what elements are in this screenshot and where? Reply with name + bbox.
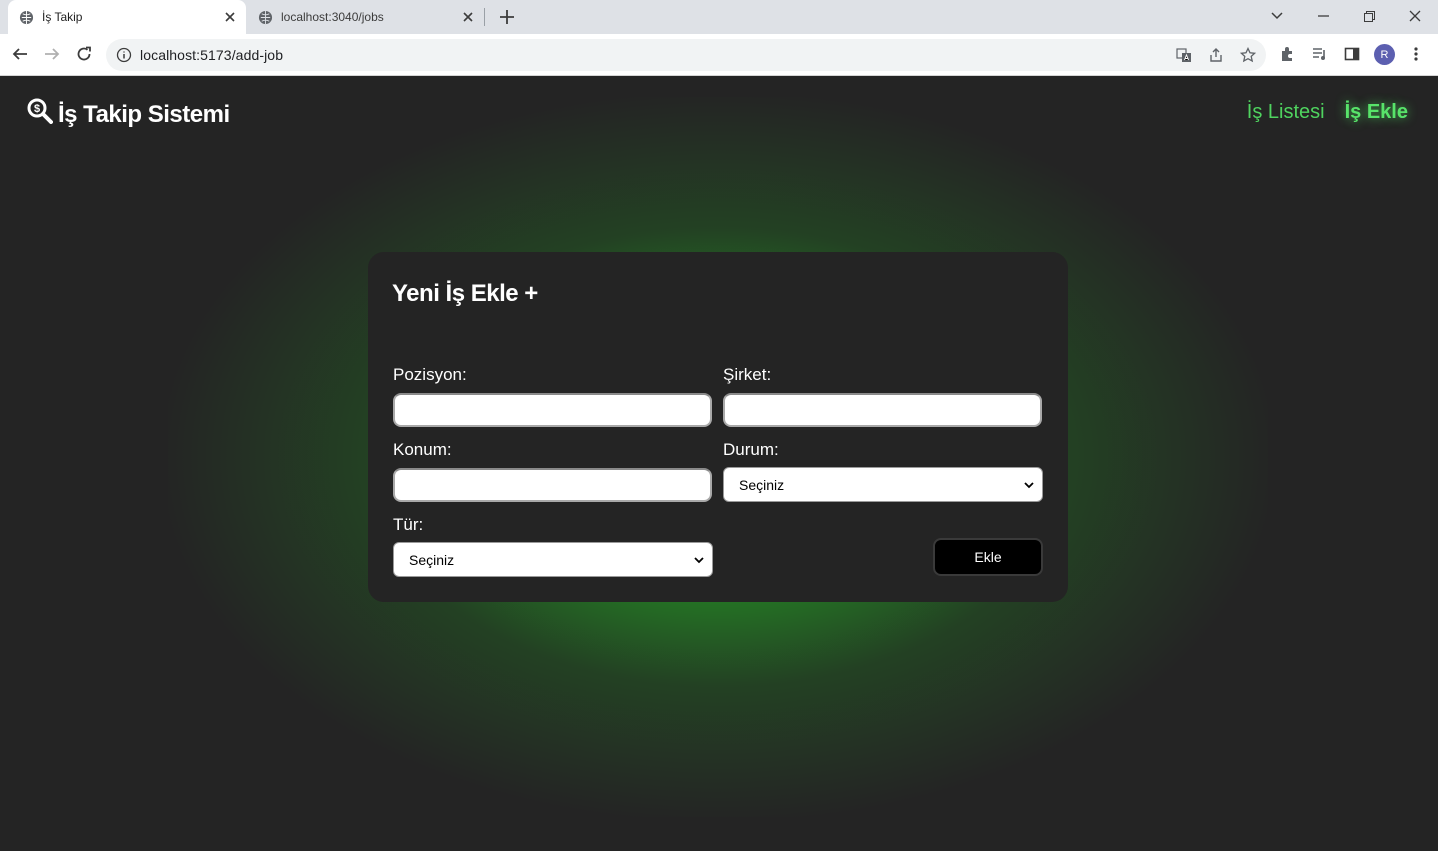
chevron-down-icon bbox=[1024, 482, 1034, 489]
share-icon[interactable] bbox=[1208, 47, 1224, 63]
close-tab-icon[interactable] bbox=[460, 9, 476, 25]
status-select[interactable]: Seçiniz bbox=[723, 467, 1043, 502]
new-tab-icon[interactable] bbox=[498, 8, 516, 26]
extensions-icon[interactable] bbox=[1278, 44, 1298, 64]
location-label: Konum: bbox=[393, 440, 452, 459]
address-bar[interactable]: localhost:5173/add-job bbox=[106, 39, 1266, 71]
tab-divider bbox=[484, 8, 485, 26]
position-input[interactable] bbox=[393, 393, 712, 427]
reload-icon[interactable] bbox=[74, 44, 94, 64]
back-arrow-icon[interactable] bbox=[10, 44, 30, 64]
browser-tab[interactable]: localhost:3040/jobs bbox=[248, 0, 484, 34]
search-dollar-icon: $ bbox=[27, 98, 53, 124]
nav-link-add-job[interactable]: İş Ekle bbox=[1345, 101, 1408, 124]
minimize-icon[interactable] bbox=[1313, 6, 1333, 26]
company-label: Şirket: bbox=[723, 365, 772, 384]
type-select[interactable]: Seçiniz bbox=[393, 542, 713, 577]
add-job-button[interactable]: Ekle bbox=[933, 538, 1043, 576]
status-selected-value: Seçiniz bbox=[739, 476, 785, 493]
brand-title: İş Takip Sistemi bbox=[58, 101, 230, 128]
globe-icon bbox=[19, 10, 34, 24]
type-selected-value: Seçiniz bbox=[409, 551, 455, 568]
chevron-down-icon bbox=[694, 557, 704, 564]
url-text: localhost:5173/add-job bbox=[140, 47, 284, 63]
type-label: Tür: bbox=[393, 515, 424, 534]
tab-title: localhost:3040/jobs bbox=[281, 10, 384, 24]
nav-link-job-list[interactable]: İş Listesi bbox=[1247, 101, 1325, 124]
svg-text:$: $ bbox=[34, 103, 40, 115]
browser-toolbar: localhost:5173/add-job R bbox=[0, 34, 1438, 76]
site-info-icon[interactable] bbox=[116, 47, 132, 63]
main-nav: İş Listesi İş Ekle bbox=[1247, 101, 1408, 124]
side-panel-icon[interactable] bbox=[1342, 44, 1362, 64]
add-job-form: Yeni İş Ekle + Pozisyon: Şirket: Konum: … bbox=[368, 252, 1068, 602]
close-tab-icon[interactable] bbox=[222, 9, 238, 25]
more-menu-icon[interactable] bbox=[1406, 44, 1426, 64]
globe-icon bbox=[258, 10, 273, 24]
tab-title: İş Takip bbox=[42, 10, 83, 24]
location-input[interactable] bbox=[393, 468, 712, 502]
status-label: Durum: bbox=[723, 440, 779, 459]
brand[interactable]: $ İş Takip Sistemi bbox=[27, 97, 230, 133]
position-label: Pozisyon: bbox=[393, 365, 467, 384]
translate-icon[interactable] bbox=[1176, 47, 1192, 63]
close-window-icon[interactable] bbox=[1405, 6, 1425, 26]
forward-arrow-icon[interactable] bbox=[42, 44, 62, 64]
browser-tab-active[interactable]: İş Takip bbox=[8, 0, 246, 34]
restore-icon[interactable] bbox=[1359, 6, 1379, 26]
bookmark-star-icon[interactable] bbox=[1240, 47, 1256, 63]
profile-avatar[interactable]: R bbox=[1374, 44, 1395, 65]
company-input[interactable] bbox=[723, 393, 1042, 427]
tab-search-icon[interactable] bbox=[1267, 6, 1287, 26]
media-controls-icon[interactable] bbox=[1310, 44, 1330, 64]
browser-tab-strip: İş Takip localhost:3040/jobs bbox=[0, 0, 1438, 34]
page-body: $ İş Takip Sistemi İş Listesi İş Ekle Ye… bbox=[0, 77, 1438, 851]
form-title: Yeni İş Ekle + bbox=[392, 280, 538, 307]
